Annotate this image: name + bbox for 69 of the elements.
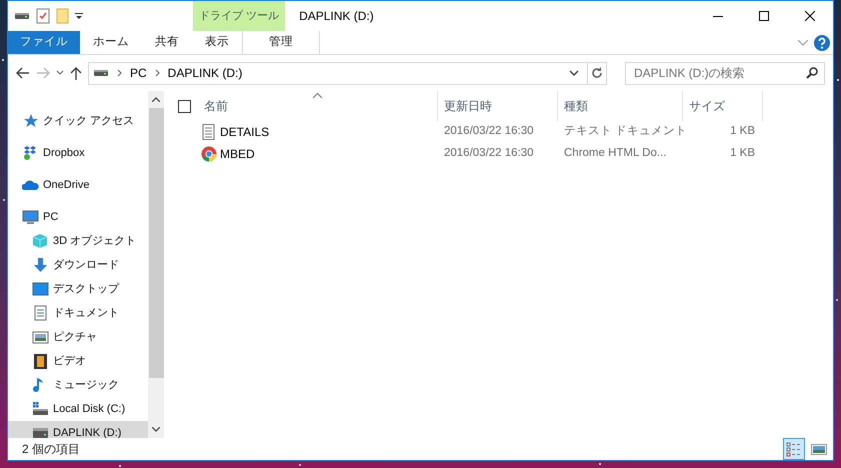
close-icon [805, 11, 815, 21]
nav-item[interactable]: PC [8, 205, 148, 229]
ribbon-tab[interactable]: 管理 [242, 31, 320, 54]
dropdown-icon[interactable] [569, 70, 579, 76]
nav-item[interactable]: Dropbox [8, 141, 148, 165]
ribbon-tab[interactable]: 表示 [192, 31, 242, 54]
contextual-tab-header: ドライブ ツール [193, 1, 286, 31]
select-all-checkbox[interactable] [178, 100, 191, 112]
file-name[interactable]: MBED [220, 145, 255, 163]
table-cell-text: 1 KB [729, 124, 756, 140]
nav-item[interactable]: ダウンロード [8, 253, 148, 277]
nav-item[interactable]: デスクトップ [8, 277, 148, 301]
ribbon-tab[interactable]: 共有 [142, 31, 192, 54]
window-title: DAPLINK (D:) [299, 8, 374, 25]
search-icon [806, 67, 818, 79]
checklist-icon[interactable] [36, 8, 50, 24]
nav-item[interactable]: OneDrive [8, 173, 148, 197]
nav-item[interactable]: クイック アクセス [8, 109, 148, 133]
nav-item[interactable]: 3D オブジェクト [8, 229, 148, 253]
cube-icon [32, 233, 49, 249]
column-header[interactable]: 種類 [558, 91, 683, 121]
refresh-icon [591, 67, 603, 79]
column-header[interactable]: 更新日時 [438, 91, 558, 121]
details-view-icon [785, 440, 803, 458]
help-icon[interactable] [814, 34, 830, 50]
ribbon-tab[interactable]: ホーム [80, 31, 142, 54]
nav-item[interactable]: Local Disk (C:) [8, 397, 148, 421]
nav-item[interactable]: DAPLINK (D:) [8, 421, 148, 438]
nav-item[interactable]: ドキュメント [8, 301, 148, 325]
drive-icon [32, 401, 49, 417]
scroll-up-icon [152, 97, 160, 102]
table-cell-text: Chrome HTML Do... [563, 146, 668, 162]
chevron-right-icon [154, 69, 160, 77]
table-cell-text: 2016/03/22 16:30 [443, 124, 535, 140]
breadcrumb-item[interactable]: PC [130, 64, 147, 82]
star-icon [22, 113, 39, 129]
nav-item[interactable]: ピクチャ [8, 325, 148, 349]
film-icon [32, 353, 49, 369]
scroll-down-icon [152, 427, 160, 432]
table-cell-text: 2016/03/22 16:30 [443, 146, 535, 162]
maximize-icon [759, 11, 769, 21]
document-icon [32, 305, 49, 321]
download-icon [32, 257, 49, 273]
column-header[interactable]: サイズ [683, 91, 763, 121]
caret-icon[interactable] [75, 11, 83, 21]
table-cell-text: テキスト ドキュメント [563, 124, 683, 140]
nav-item[interactable]: ミュージック [8, 373, 148, 397]
up-icon[interactable] [70, 66, 82, 80]
chevron-down-icon[interactable] [798, 40, 808, 46]
address-field[interactable]: PC DAPLINK (D:) [88, 62, 607, 84]
desktop-icon [32, 281, 49, 297]
column-header[interactable]: 名前 [198, 91, 438, 121]
chevron-right-icon [117, 69, 122, 77]
recent-locations-icon[interactable] [56, 70, 64, 76]
image-icon [32, 329, 49, 345]
breadcrumb-item[interactable]: DAPLINK (D:) [168, 64, 242, 82]
chrome-icon [201, 146, 217, 162]
scrollbar[interactable] [148, 91, 164, 438]
search-box[interactable]: DAPLINK (D:)の検索 [625, 62, 825, 84]
nav-item[interactable]: ビデオ [8, 349, 148, 373]
file-name[interactable]: DETAILS [220, 123, 270, 141]
monitor-icon [22, 209, 39, 225]
ribbon-tab[interactable]: ファイル [8, 31, 80, 54]
text-file-icon [201, 124, 217, 140]
table-cell-text: 1 KB [729, 146, 756, 162]
item-count: 2 個の項目 [22, 441, 80, 458]
back-icon[interactable] [16, 67, 30, 79]
drive-icon [32, 425, 49, 438]
details-view-button[interactable] [783, 438, 805, 460]
